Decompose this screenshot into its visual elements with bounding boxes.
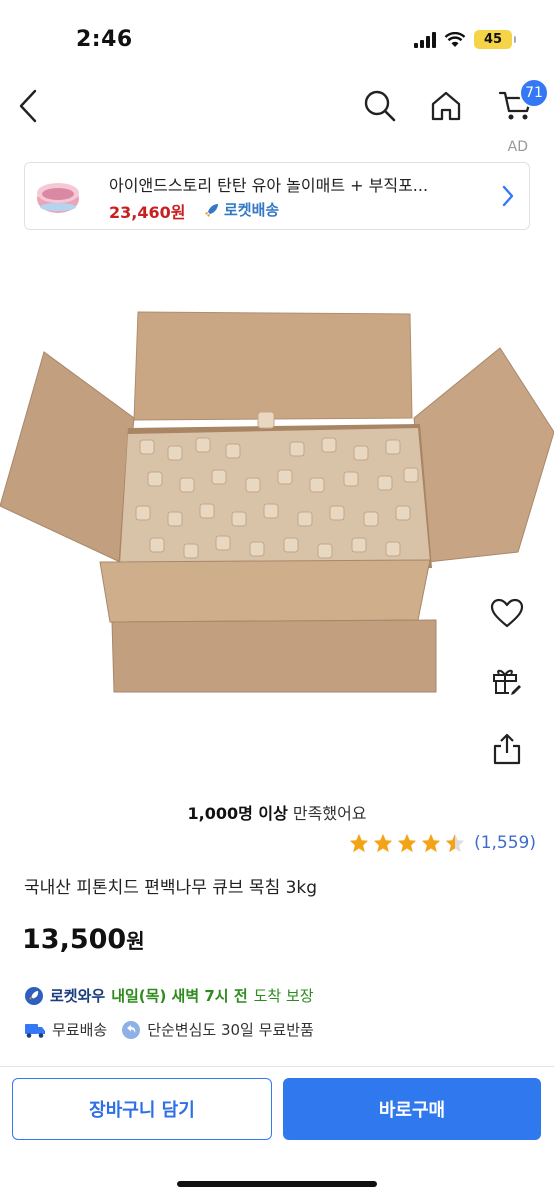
- add-to-cart-button[interactable]: 장바구니 담기: [12, 1078, 272, 1140]
- chevron-right-icon: [502, 185, 514, 207]
- rocket-wow-badge: 로켓와우: [50, 987, 106, 1005]
- ad-product-thumbnail: [37, 183, 79, 213]
- home-icon: [431, 91, 461, 121]
- chevron-left-icon: [19, 89, 37, 123]
- satisfaction-count: 1,000명 이상: [187, 804, 288, 823]
- signal-icon: [414, 31, 436, 48]
- status-bar: 2:46 45: [0, 0, 554, 72]
- return-policy-label: 단순변심도 30일 무료반품: [147, 1021, 314, 1039]
- satisfaction-label: 만족했어요: [287, 804, 367, 823]
- product-image: [0, 311, 554, 693]
- wifi-icon: [444, 31, 466, 47]
- search-icon: [364, 90, 396, 122]
- wishlist-button[interactable]: [484, 590, 530, 636]
- home-button[interactable]: [424, 84, 468, 128]
- search-button[interactable]: [358, 84, 402, 128]
- ad-price: 23,460원: [109, 203, 186, 222]
- rocket-wow-icon: [25, 986, 43, 1005]
- share-button[interactable]: [484, 726, 530, 772]
- nav-bar: [0, 72, 554, 144]
- gift-icon: [493, 669, 521, 695]
- star-icon: [373, 833, 393, 853]
- home-indicator: [177, 1181, 377, 1187]
- star-icon: [397, 833, 417, 853]
- rating-row[interactable]: (1,559): [348, 832, 536, 854]
- ad-label: AD: [507, 139, 528, 155]
- satisfaction-text: 1,000명 이상 만족했어요: [0, 800, 554, 824]
- half-star-icon: [445, 833, 465, 853]
- battery-icon: 45: [474, 30, 516, 49]
- status-icons: 45: [414, 30, 516, 49]
- ad-rocket-delivery: 로켓배송: [203, 199, 279, 220]
- battery-level: 45: [483, 32, 503, 47]
- status-time: 2:46: [76, 27, 133, 52]
- shipping-row: 무료배송 단순변심도 30일 무료반품: [24, 1019, 314, 1040]
- divider: [0, 1066, 554, 1067]
- ad-delivery-label: 로켓배송: [224, 201, 280, 219]
- cart-count-badge: 71: [519, 78, 549, 108]
- return-icon: [122, 1020, 141, 1039]
- star-rating: [348, 832, 466, 854]
- review-count[interactable]: (1,559): [474, 833, 536, 853]
- back-button[interactable]: [8, 84, 48, 128]
- delivery-guarantee: 도착 보장: [253, 987, 314, 1005]
- free-shipping-label: 무료배송: [52, 1021, 108, 1039]
- rocket-icon: [205, 203, 218, 217]
- ad-title: 아이앤드스토리 탄탄 유아 놀이매트 + 부직포...: [109, 176, 429, 195]
- share-icon: [493, 733, 521, 765]
- star-icon: [349, 833, 369, 853]
- truck-icon: [25, 1023, 45, 1038]
- delivery-row: 로켓와우 내일(목) 새벽 7시 전 도착 보장: [24, 985, 314, 1006]
- product-price: 13,500원: [22, 924, 145, 955]
- star-icon: [421, 833, 441, 853]
- side-actions: [484, 590, 530, 794]
- product-title: 국내산 피톤치드 편백나무 큐브 목침 3kg: [24, 878, 318, 898]
- delivery-date: 내일(목) 새벽 7시 전: [111, 987, 248, 1005]
- buy-now-button[interactable]: 바로구매: [283, 1078, 541, 1140]
- ad-banner[interactable]: 아이앤드스토리 탄탄 유아 놀이매트 + 부직포... 23,460원 로켓배송: [24, 162, 530, 230]
- price-unit: 원: [126, 929, 145, 953]
- price-amount: 13,500: [22, 924, 127, 955]
- heart-icon: [490, 598, 524, 628]
- gift-button[interactable]: [484, 658, 530, 704]
